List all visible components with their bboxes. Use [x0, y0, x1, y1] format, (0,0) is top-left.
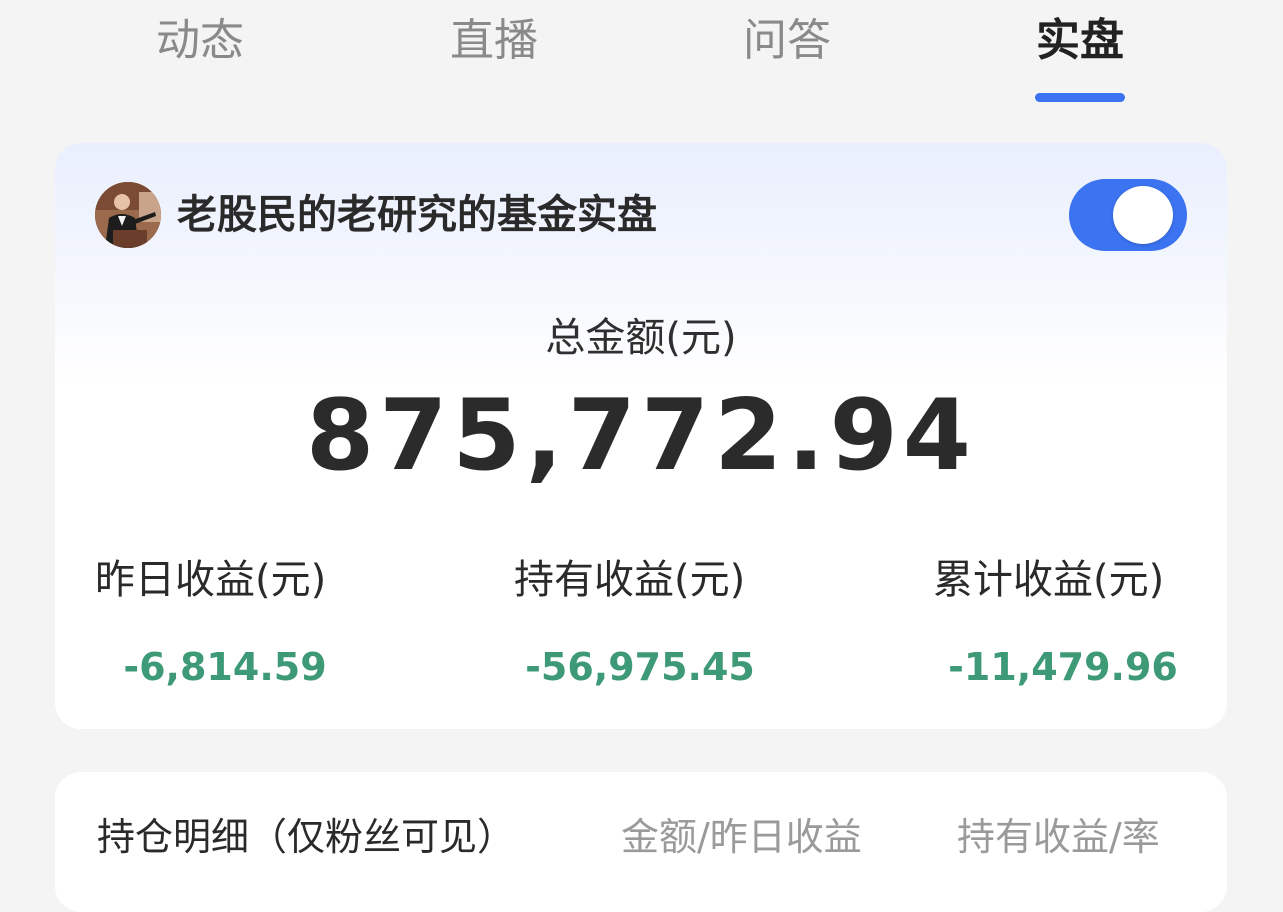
holdings-col-amount[interactable]: 金额/昨日收益 [621, 808, 862, 866]
stat-cumulative: 累计收益(元) -11,479.96 [933, 551, 1283, 689]
stat-yesterday-label: 昨日收益(元) [95, 557, 327, 603]
tab-wenda[interactable]: 问答 [697, 10, 877, 72]
stat-cumulative-value: -11,479.96 [948, 645, 1178, 689]
avatar-image [95, 182, 161, 248]
toggle-knob [1113, 186, 1173, 244]
stat-yesterday: 昨日收益(元) -6,814.59 [95, 551, 455, 689]
holdings-card: 持仓明细（仅粉丝可见） 金额/昨日收益 持有收益/率 [55, 772, 1227, 912]
holdings-col-profit[interactable]: 持有收益/率 [957, 808, 1160, 866]
tab-bar: 动态 直播 问答 实盘 [0, 0, 1283, 110]
stat-cumulative-label: 累计收益(元) [933, 557, 1165, 603]
tab-zhibo[interactable]: 直播 [404, 10, 584, 72]
tab-dongtai[interactable]: 动态 [110, 10, 290, 72]
total-amount-label: 总金额(元) [545, 315, 737, 361]
stat-yesterday-value: -6,814.59 [123, 645, 327, 689]
avatar[interactable] [95, 182, 161, 248]
portfolio-summary-card: 老股民的老研究的基金实盘 总金额(元) 875,772.94 昨日收益(元) -… [55, 143, 1227, 729]
stat-holding-label: 持有收益(元) [514, 557, 746, 603]
stat-holding: 持有收益(元) -56,975.45 [514, 551, 874, 689]
total-amount-value: 875,772.94 [306, 379, 976, 493]
active-tab-indicator [1035, 93, 1125, 102]
tab-shipan[interactable]: 实盘 [990, 10, 1170, 72]
visibility-toggle[interactable] [1069, 179, 1187, 251]
holdings-title: 持仓明细（仅粉丝可见） [97, 815, 516, 859]
portfolio-title: 老股民的老研究的基金实盘 [177, 192, 657, 238]
stat-holding-value: -56,975.45 [525, 645, 755, 689]
